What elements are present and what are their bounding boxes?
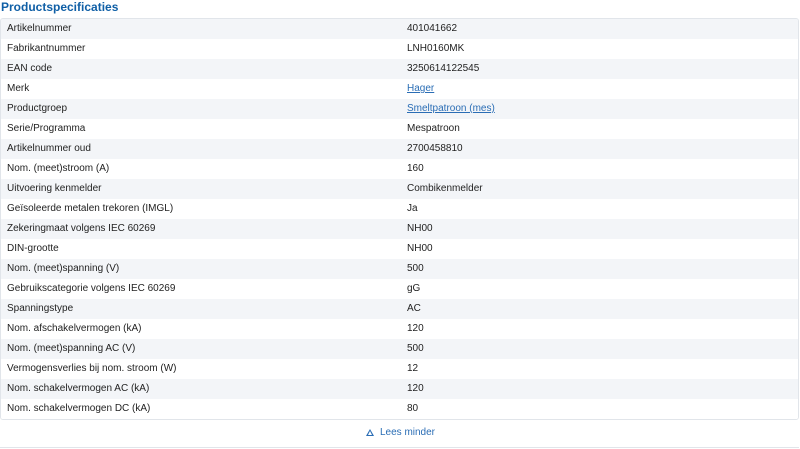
- spec-row-schakelvermogen-dc: Nom. schakelvermogen DC (kA) 80: [1, 399, 798, 419]
- spec-row-zekeringmaat: Zekeringmaat volgens IEC 60269 NH00: [1, 219, 798, 239]
- spec-row-imgl: Geïsoleerde metalen trekoren (IMGL) Ja: [1, 199, 798, 219]
- spec-row-vermogensverlies: Vermogensverlies bij nom. stroom (W) 12: [1, 359, 798, 379]
- spec-value: Combikenmelder: [407, 183, 483, 194]
- spec-value: Hager: [401, 79, 798, 99]
- spec-value: 120: [407, 323, 424, 334]
- spec-label: Nom. schakelvermogen AC (kA): [7, 383, 150, 394]
- spec-row-merk: Merk Hager: [1, 79, 798, 99]
- spec-value: 80: [407, 403, 419, 414]
- brand-link[interactable]: Hager: [407, 83, 434, 94]
- spec-row-artikelnummer: Artikelnummer 401041662: [1, 19, 798, 39]
- spec-value: gG: [407, 283, 421, 294]
- spec-row-schakelvermogen-ac: Nom. schakelvermogen AC (kA) 120: [1, 379, 798, 399]
- spec-row-nom-meetspanning: Nom. (meet)spanning (V) 500: [1, 259, 798, 279]
- spec-label: Spanningstype: [7, 303, 74, 314]
- spec-label: Nom. (meet)stroom (A): [7, 163, 110, 174]
- spec-label: Nom. (meet)spanning AC (V): [7, 343, 136, 354]
- spec-label: Zekeringmaat volgens IEC 60269: [7, 223, 156, 234]
- spec-label: Fabrikantnummer: [7, 43, 86, 54]
- spec-value: 160: [407, 163, 424, 174]
- spec-value: Mespatroon: [407, 123, 460, 134]
- spec-label: Uitvoering kenmelder: [7, 183, 102, 194]
- spec-row-ean-code: EAN code 3250614122545: [1, 59, 798, 79]
- spec-row-artikelnummer-oud: Artikelnummer oud 2700458810: [1, 139, 798, 159]
- spec-value: 500: [407, 343, 424, 354]
- spec-label: Vermogensverlies bij nom. stroom (W): [7, 363, 177, 374]
- spec-row-serie-programma: Serie/Programma Mespatroon: [1, 119, 798, 139]
- spec-value: 3250614122545: [407, 63, 480, 74]
- section-title: Productspecificaties: [1, 0, 119, 14]
- spec-footer: Lees minder: [0, 420, 799, 448]
- spec-label: DIN-grootte: [7, 243, 59, 254]
- spec-row-spanningstype: Spanningstype AC: [1, 299, 798, 319]
- read-less-button[interactable]: Lees minder: [365, 427, 436, 438]
- spec-label: Nom. (meet)spanning (V): [7, 263, 120, 274]
- spec-value: 500: [407, 263, 424, 274]
- spec-value: 401041662: [407, 23, 458, 34]
- product-group-link[interactable]: Smeltpatroon (mes): [407, 103, 495, 114]
- spec-value: Smeltpatroon (mes): [401, 99, 798, 119]
- read-less-label: Lees minder: [379, 427, 436, 438]
- spec-label: Productgroep: [7, 103, 68, 114]
- spec-value: 12: [407, 363, 419, 374]
- spec-label: Gebruikscategorie volgens IEC 60269: [7, 283, 176, 294]
- spec-value: 120: [407, 383, 424, 394]
- spec-value: NH00: [407, 223, 433, 234]
- spec-row-uitvoering-kenmelder: Uitvoering kenmelder Combikenmelder: [1, 179, 798, 199]
- spec-row-gebruikscategorie: Gebruikscategorie volgens IEC 60269 gG: [1, 279, 798, 299]
- spec-row-din-grootte: DIN-grootte NH00: [1, 239, 798, 259]
- spec-label: Artikelnummer oud: [7, 143, 91, 154]
- spec-label: Nom. afschakelvermogen (kA): [7, 323, 142, 334]
- spec-table: Artikelnummer 401041662 Fabrikantnummer …: [0, 18, 799, 420]
- spec-value: LNH0160MK: [407, 43, 465, 54]
- spec-label: Serie/Programma: [7, 123, 86, 134]
- spec-value: Ja: [407, 203, 418, 214]
- spec-label: Nom. schakelvermogen DC (kA): [7, 403, 151, 414]
- spec-value: NH00: [407, 243, 433, 254]
- spec-label: Geïsoleerde metalen trekoren (IMGL): [7, 203, 174, 214]
- spec-value: 2700458810: [407, 143, 463, 154]
- triangle-up-icon: [365, 429, 374, 436]
- spec-row-nom-meetstroom: Nom. (meet)stroom (A) 160: [1, 159, 798, 179]
- spec-row-meetspanning-ac: Nom. (meet)spanning AC (V) 500: [1, 339, 798, 359]
- spec-row-fabrikantnummer: Fabrikantnummer LNH0160MK: [1, 39, 798, 59]
- spec-row-afschakelvermogen: Nom. afschakelvermogen (kA) 120: [1, 319, 798, 339]
- spec-label: EAN code: [7, 63, 53, 74]
- spec-row-productgroep: Productgroep Smeltpatroon (mes): [1, 99, 798, 119]
- spec-label: Artikelnummer: [7, 23, 72, 34]
- spec-label: Merk: [7, 83, 30, 94]
- spec-value: AC: [407, 303, 421, 314]
